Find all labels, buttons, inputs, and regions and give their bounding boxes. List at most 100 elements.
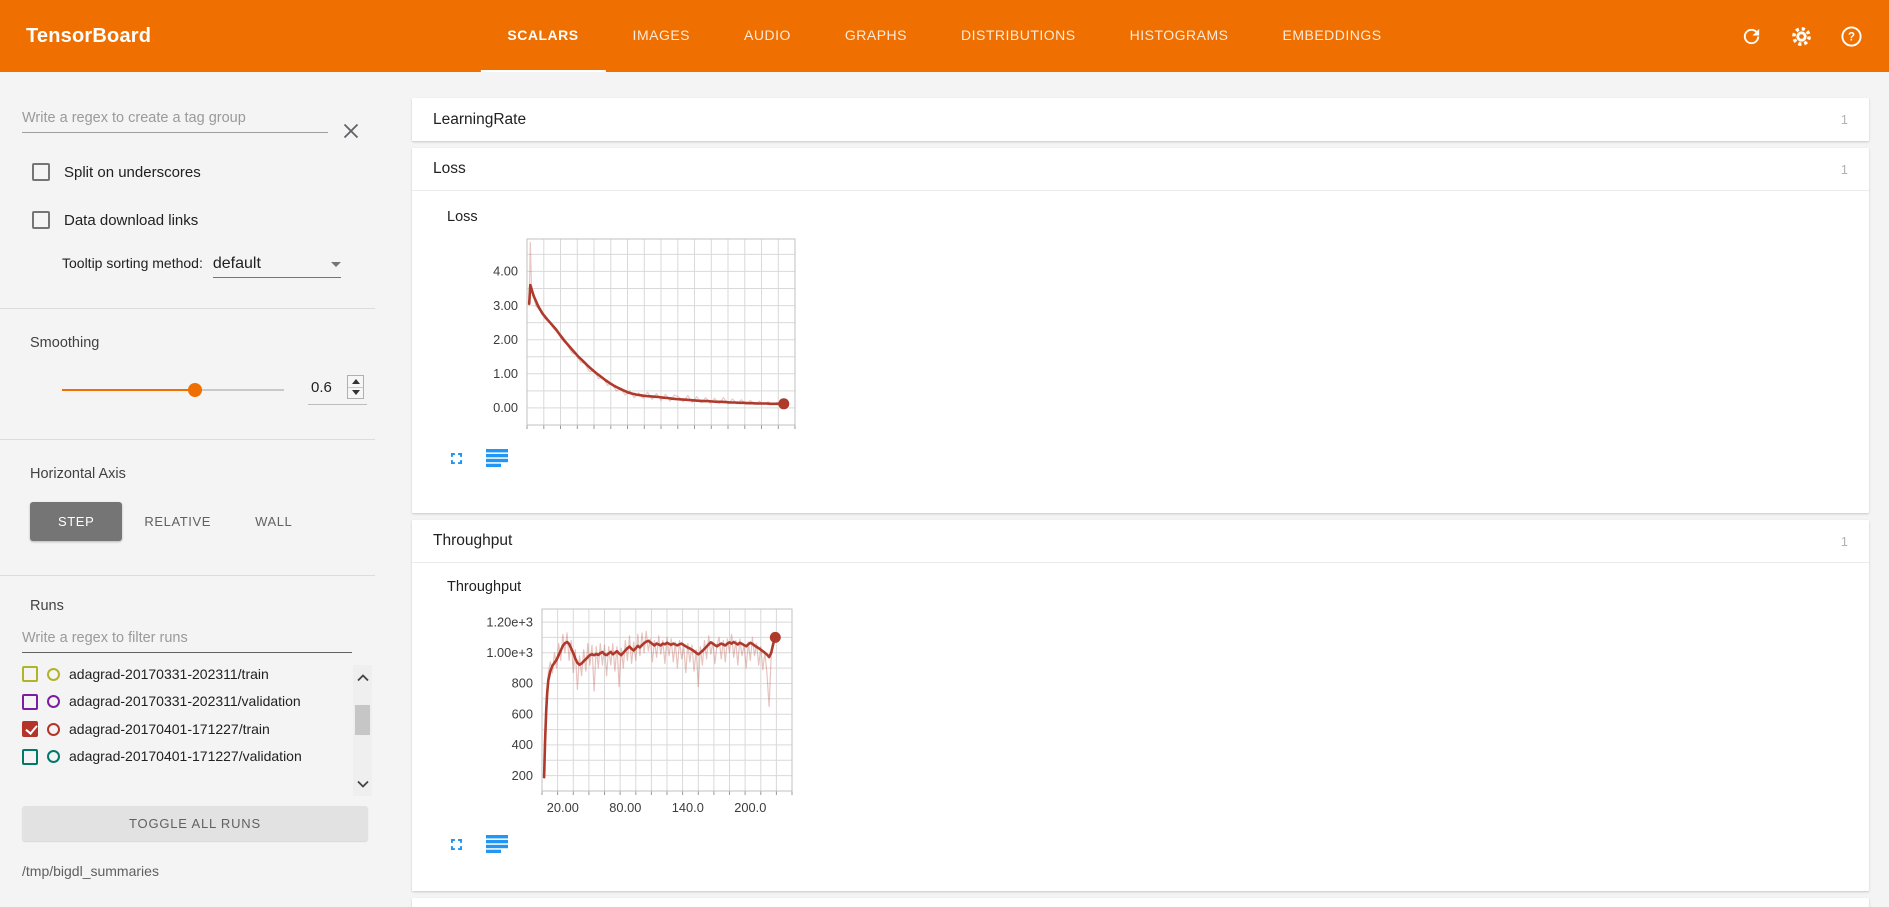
run-item[interactable]: adagrad-20170331-202311/validation [22,692,348,710]
app-logo: TensorBoard [26,25,151,48]
run-checkbox[interactable] [22,721,38,737]
sidebar: Split on underscores Data download links… [0,72,375,907]
smoothing-heading: Smoothing [30,335,375,351]
section-title: Throughput [433,532,512,550]
tab-graphs[interactable]: GRAPHS [818,0,934,72]
top-nav-tabs: SCALARS IMAGES AUDIO GRAPHS DISTRIBUTION… [480,0,1408,72]
section-title: LearningRate [433,111,526,129]
scroll-up-button[interactable] [353,669,372,685]
loss-card: Loss 0.001.002.003.004.00 [412,191,1869,513]
smoothing-slider[interactable] [62,389,284,391]
section-count-badge: 1 [1841,162,1848,177]
section-learningrate: LearningRate 1 [412,98,1869,141]
next-section-partial[interactable] [412,898,1869,907]
smoothing-value[interactable]: 0.6 [311,379,335,396]
spinner-up-icon [352,379,360,384]
section-header-throughput[interactable]: Throughput 1 [412,520,1869,563]
divider [0,308,375,309]
chart-data-menu-button[interactable] [486,835,508,855]
slider-thumb[interactable] [188,383,202,397]
run-item[interactable]: adagrad-20170331-202311/train [22,665,348,683]
svg-text:1.00e+3: 1.00e+3 [486,645,533,660]
throughput-card: Throughput 2004006008001.00e+31.20e+320.… [412,563,1869,891]
horizontal-axis-buttons: STEP RELATIVE WALL [30,502,375,541]
section-loss: Loss 1 Loss 0.001.002.003.004.00 [412,148,1869,513]
tooltip-sort-value: default [213,255,261,273]
svg-text:?: ? [1847,31,1854,43]
expand-chart-button[interactable] [447,449,469,469]
loss-chart[interactable]: 0.001.002.003.004.00 [447,227,1869,439]
chevron-down-icon [356,780,370,789]
chart-data-menu-button[interactable] [486,449,508,469]
runs-scrollbar[interactable] [353,665,372,796]
axis-relative-button[interactable]: RELATIVE [122,502,233,541]
run-checkbox[interactable] [22,694,38,710]
svg-text:200: 200 [512,768,533,783]
divider [0,575,375,576]
spinner-down-button[interactable] [348,387,363,399]
gear-icon [1790,25,1813,48]
run-checkbox[interactable] [22,666,38,682]
runs-list: adagrad-20170331-202311/train adagrad-20… [22,665,372,796]
split-underscores-option[interactable]: Split on underscores [32,163,375,181]
svg-text:20.00: 20.00 [547,800,579,815]
data-download-option[interactable]: Data download links [32,211,375,229]
svg-text:200.0: 200.0 [734,800,766,815]
tab-audio[interactable]: AUDIO [717,0,818,72]
run-color-circle[interactable] [47,668,60,681]
horizontal-axis-heading: Horizontal Axis [30,466,375,482]
svg-text:1.20e+3: 1.20e+3 [486,614,533,629]
tab-histograms[interactable]: HISTOGRAMS [1103,0,1256,72]
run-color-circle[interactable] [47,750,60,763]
section-throughput: Throughput 1 Throughput 2004006008001.00… [412,520,1869,891]
settings-button[interactable] [1789,24,1813,48]
run-checkbox[interactable] [22,749,38,765]
scroll-down-button[interactable] [353,776,372,792]
smoothing-slider-row: 0.6 [62,375,375,405]
run-item[interactable]: adagrad-20170401-171227/train [22,720,348,738]
refresh-button[interactable] [1739,24,1763,48]
data-download-checkbox[interactable] [32,211,50,229]
section-count-badge: 1 [1841,112,1848,127]
svg-text:0.00: 0.00 [493,400,518,415]
split-underscores-label: Split on underscores [64,164,201,181]
run-color-circle[interactable] [47,723,60,736]
svg-text:400: 400 [512,737,533,752]
help-button[interactable]: ? [1839,24,1863,48]
tab-embeddings[interactable]: EMBEDDINGS [1255,0,1408,72]
section-header-loss[interactable]: Loss 1 [412,148,1869,191]
divider [0,439,375,440]
run-color-circle[interactable] [47,695,60,708]
axis-wall-button[interactable]: WALL [233,502,314,541]
tag-filter-input[interactable] [22,106,328,133]
svg-text:1.00: 1.00 [493,366,518,381]
tab-scalars[interactable]: SCALARS [480,0,605,72]
expand-chart-button[interactable] [447,835,469,855]
svg-text:800: 800 [512,676,533,691]
spinner-up-button[interactable] [348,376,363,387]
throughput-chart[interactable]: 2004006008001.00e+31.20e+320.0080.00140.… [447,597,1869,825]
svg-text:2.00: 2.00 [493,332,518,347]
clear-filter-button[interactable] [340,120,362,145]
tab-images[interactable]: IMAGES [606,0,717,72]
fullscreen-icon [447,449,466,468]
tooltip-sort-label: Tooltip sorting method: [62,255,203,271]
toggle-all-runs-button[interactable]: TOGGLE ALL RUNS [22,806,368,841]
tab-distributions[interactable]: DISTRIBUTIONS [934,0,1103,72]
tooltip-sort-select[interactable]: default [213,255,341,278]
chevron-up-icon [356,673,370,682]
main-content: LearningRate 1 Loss 1 Loss 0.001.002.003… [375,72,1889,907]
throughput-chart-actions [447,835,1869,855]
slider-fill [62,389,195,391]
section-header-learningrate[interactable]: LearningRate 1 [412,98,1869,141]
run-item[interactable]: adagrad-20170401-171227/validation [22,747,348,765]
tag-filter-row [22,106,375,133]
run-label: adagrad-20170331-202311/validation [69,692,301,710]
split-underscores-checkbox[interactable] [32,163,50,181]
runs-filter-input[interactable] [22,626,352,653]
throughput-chart-title: Throughput [447,579,1869,595]
axis-step-button[interactable]: STEP [30,502,122,541]
help-icon: ? [1840,25,1863,48]
scrollbar-thumb[interactable] [355,705,370,735]
svg-text:4.00: 4.00 [493,264,518,279]
